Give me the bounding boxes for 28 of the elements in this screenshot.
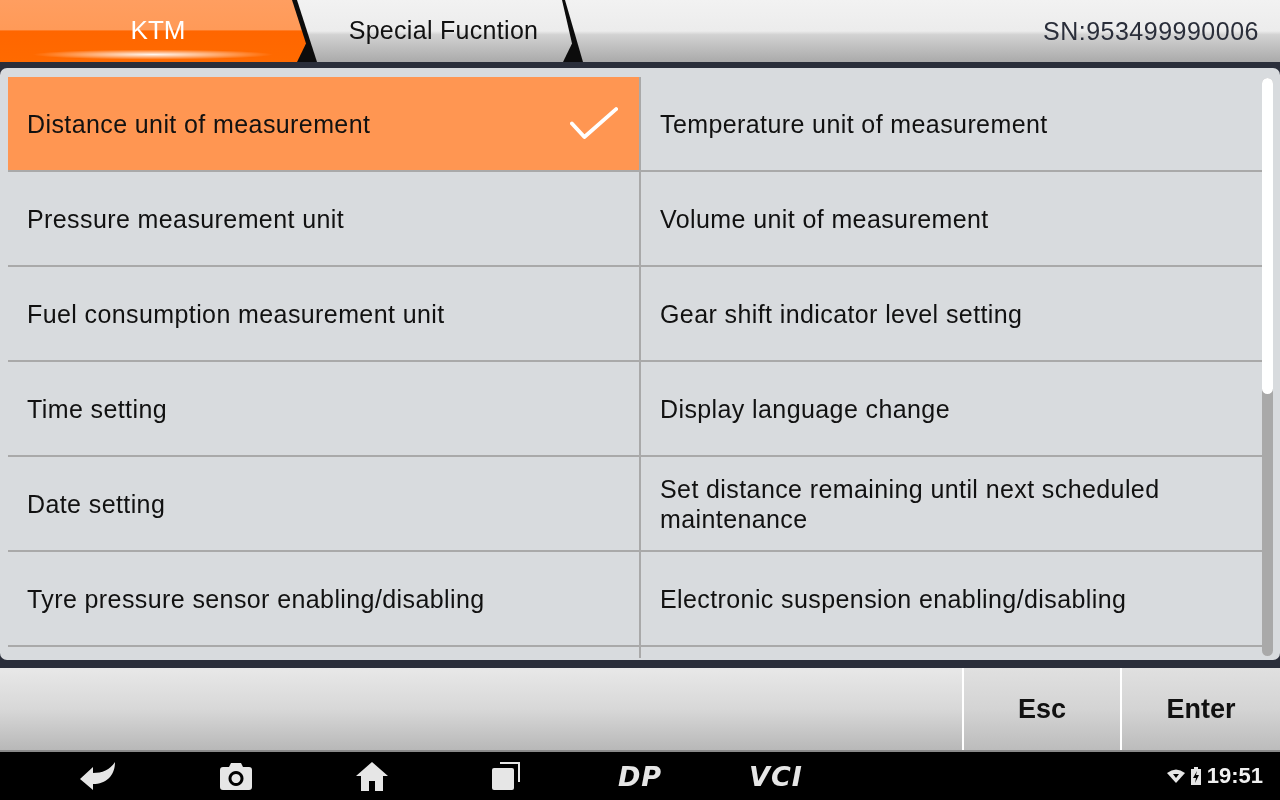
recent-apps-icon[interactable] xyxy=(492,762,520,790)
camera-icon[interactable] xyxy=(220,762,252,790)
function-item[interactable]: Date setting xyxy=(8,457,639,550)
check-icon xyxy=(570,107,618,140)
breadcrumb-tab[interactable]: Special Fucntion xyxy=(297,0,572,62)
scrollbar[interactable] xyxy=(1262,78,1273,656)
scrollbar-thumb[interactable] xyxy=(1262,78,1273,394)
function-item[interactable]: Electronic suspension enabling/disabling xyxy=(641,552,1262,645)
function-item[interactable]: Volume unit of measurement xyxy=(641,172,1262,265)
nav-logo-button[interactable]: VCI xyxy=(708,760,844,792)
function-item[interactable]: Distance unit of measurement xyxy=(8,77,639,170)
nav-logo-button[interactable]: DP xyxy=(572,760,708,792)
action-button[interactable]: Enter xyxy=(1120,668,1280,750)
home-icon[interactable] xyxy=(356,761,388,791)
action-button[interactable]: Esc xyxy=(962,668,1120,750)
function-item[interactable]: Tyre pressure sensor enabling/disabling xyxy=(8,552,639,645)
function-item[interactable]: Fuel consumption measurement unit xyxy=(8,267,639,360)
back-arrow-icon[interactable] xyxy=(80,762,116,790)
function-item[interactable]: Display language change xyxy=(641,362,1262,455)
battery-charging-icon xyxy=(1190,767,1201,785)
clock-time: 19:51 xyxy=(1206,763,1263,789)
function-item[interactable]: Temperature unit of measurement xyxy=(641,77,1262,170)
function-item[interactable]: Gear shift indicator level setting xyxy=(641,267,1262,360)
function-item[interactable]: Time setting xyxy=(8,362,639,455)
function-item[interactable]: Set distance remaining until next scheduled maintenance xyxy=(641,457,1262,550)
function-item[interactable]: Pressure measurement unit xyxy=(8,172,639,265)
serial-number: SN:953499990006 xyxy=(1042,16,1259,46)
wifi-signal-icon xyxy=(1166,769,1185,783)
